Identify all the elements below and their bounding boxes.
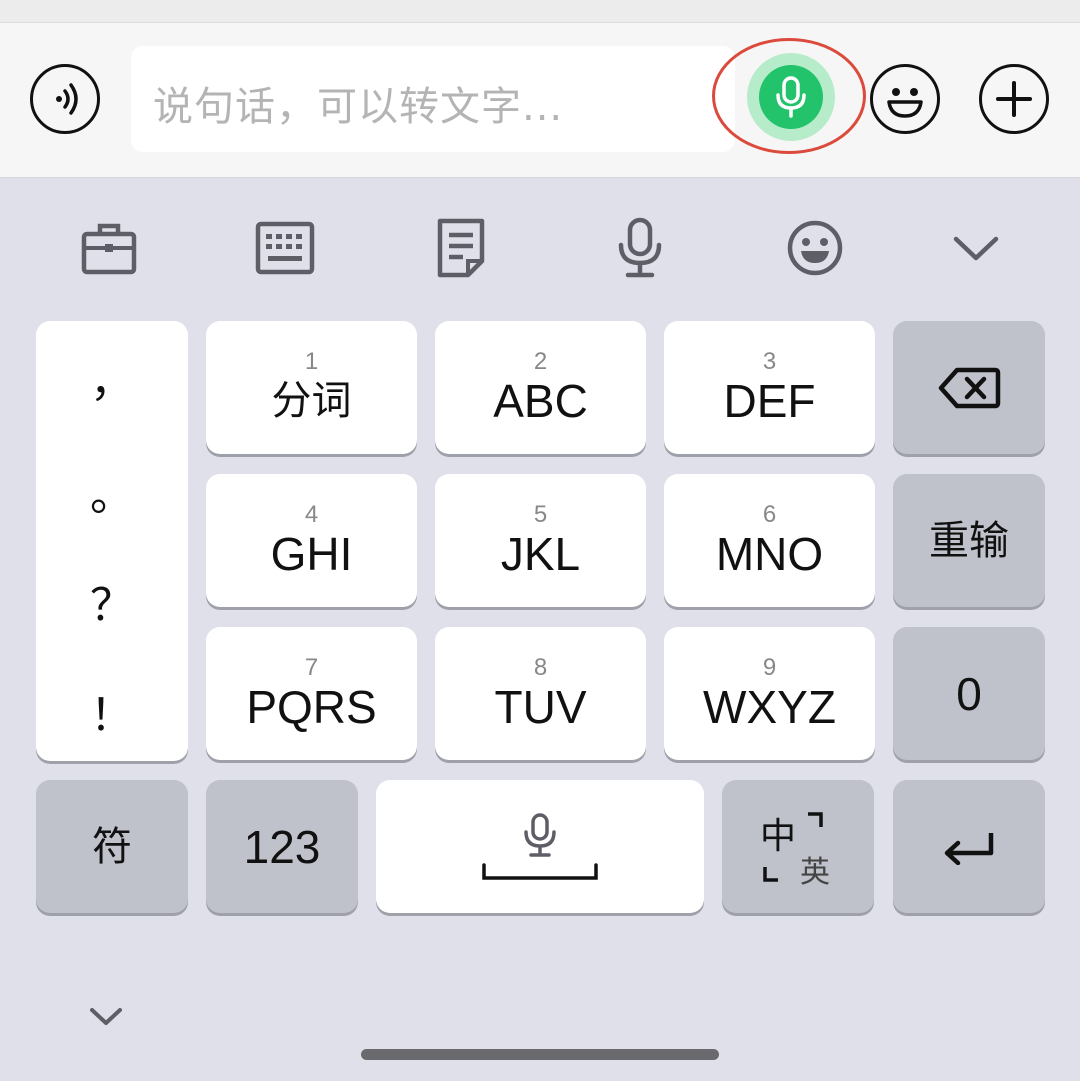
microphone-icon: [618, 217, 662, 278]
key-label: 0: [956, 667, 982, 720]
voice-toggle-button[interactable]: [30, 64, 100, 134]
key-6[interactable]: 6 MNO: [664, 474, 875, 607]
space-bar-icon: [482, 862, 598, 880]
chat-input-placeholder: 说句话，可以转文字...: [153, 84, 564, 130]
key-1[interactable]: 1 分词: [206, 321, 417, 454]
status-strip: [0, 0, 1080, 23]
key-label: MNO: [715, 527, 824, 580]
voice-typing-button[interactable]: [605, 210, 675, 286]
lang-sub-label: 英: [800, 854, 830, 890]
language-switch-glyph: 中 英: [758, 807, 838, 890]
document-icon: [437, 218, 485, 278]
key-label: ABC: [493, 374, 588, 427]
punct-comma[interactable]: ，: [36, 345, 188, 409]
chevron-down-icon: [953, 236, 999, 261]
retype-key[interactable]: 重输: [893, 474, 1045, 607]
punct-exclamation[interactable]: ！: [36, 679, 188, 743]
corner-bracket-icon: [763, 866, 778, 882]
key-label: TUV: [494, 680, 587, 733]
key-label: PQRS: [246, 680, 377, 733]
language-switch-key[interactable]: 中 英: [722, 780, 874, 913]
return-icon: [944, 832, 994, 865]
space-key[interactable]: [376, 780, 704, 913]
key-number: 1: [304, 347, 319, 375]
home-indicator[interactable]: [361, 1049, 719, 1060]
more-button[interactable]: [979, 64, 1049, 134]
hide-keyboard-button[interactable]: [84, 1000, 128, 1032]
key-7[interactable]: 7 PQRS: [206, 627, 417, 760]
key-number: 6: [762, 500, 777, 528]
key-number: 3: [762, 347, 777, 375]
keyboard-icon: [255, 221, 315, 275]
punct-question[interactable]: ？: [36, 569, 188, 633]
enter-key[interactable]: [893, 780, 1045, 913]
chevron-down-icon: [90, 1008, 122, 1025]
sound-wave-icon: [56, 83, 78, 115]
keyboard-switch-button[interactable]: [250, 210, 320, 286]
lang-main-label: 中: [760, 815, 797, 857]
key-label: JKL: [500, 527, 581, 580]
highlight-circle-annotation: [712, 38, 866, 154]
key-2[interactable]: 2 ABC: [435, 321, 646, 454]
corner-bracket-icon: [808, 811, 823, 827]
smiley-icon: [787, 220, 843, 276]
key-label: 分词: [271, 377, 352, 424]
numeric-key[interactable]: 123: [206, 780, 358, 913]
symbol-label: 符: [92, 823, 132, 870]
key-label: WXYZ: [703, 680, 836, 733]
toolbox-icon: [81, 223, 137, 275]
key-label: GHI: [270, 527, 353, 580]
smiley-icon: [887, 88, 923, 118]
key-3[interactable]: 3 DEF: [664, 321, 875, 454]
key-number: 4: [304, 500, 319, 528]
key-8[interactable]: 8 TUV: [435, 627, 646, 760]
toolbox-button[interactable]: [74, 210, 144, 286]
key-0[interactable]: 0: [893, 627, 1045, 760]
collapse-toolbar-button[interactable]: [941, 210, 1011, 286]
symbol-key[interactable]: 符: [36, 780, 188, 913]
key-4[interactable]: 4 GHI: [206, 474, 417, 607]
key-number: 8: [533, 653, 548, 681]
retype-label: 重输: [929, 517, 1009, 564]
key-5[interactable]: 5 JKL: [435, 474, 646, 607]
key-9[interactable]: 9 WXYZ: [664, 627, 875, 760]
key-label: DEF: [723, 374, 816, 427]
key-number: 5: [533, 500, 548, 528]
backspace-key[interactable]: [893, 321, 1045, 454]
clipboard-button[interactable]: [427, 210, 497, 286]
punctuation-column[interactable]: ， 。 ？ ！: [36, 321, 188, 761]
key-number: 7: [304, 653, 319, 681]
backspace-icon: [938, 367, 1001, 408]
emoji-button[interactable]: [870, 64, 940, 134]
microphone-icon: [524, 812, 556, 857]
key-number: 2: [533, 347, 548, 375]
key-number: 9: [762, 653, 777, 681]
numeric-label: 123: [243, 820, 321, 873]
emoji-panel-button[interactable]: [780, 210, 850, 286]
plus-icon: [996, 81, 1032, 117]
punct-period[interactable]: 。: [36, 459, 188, 523]
